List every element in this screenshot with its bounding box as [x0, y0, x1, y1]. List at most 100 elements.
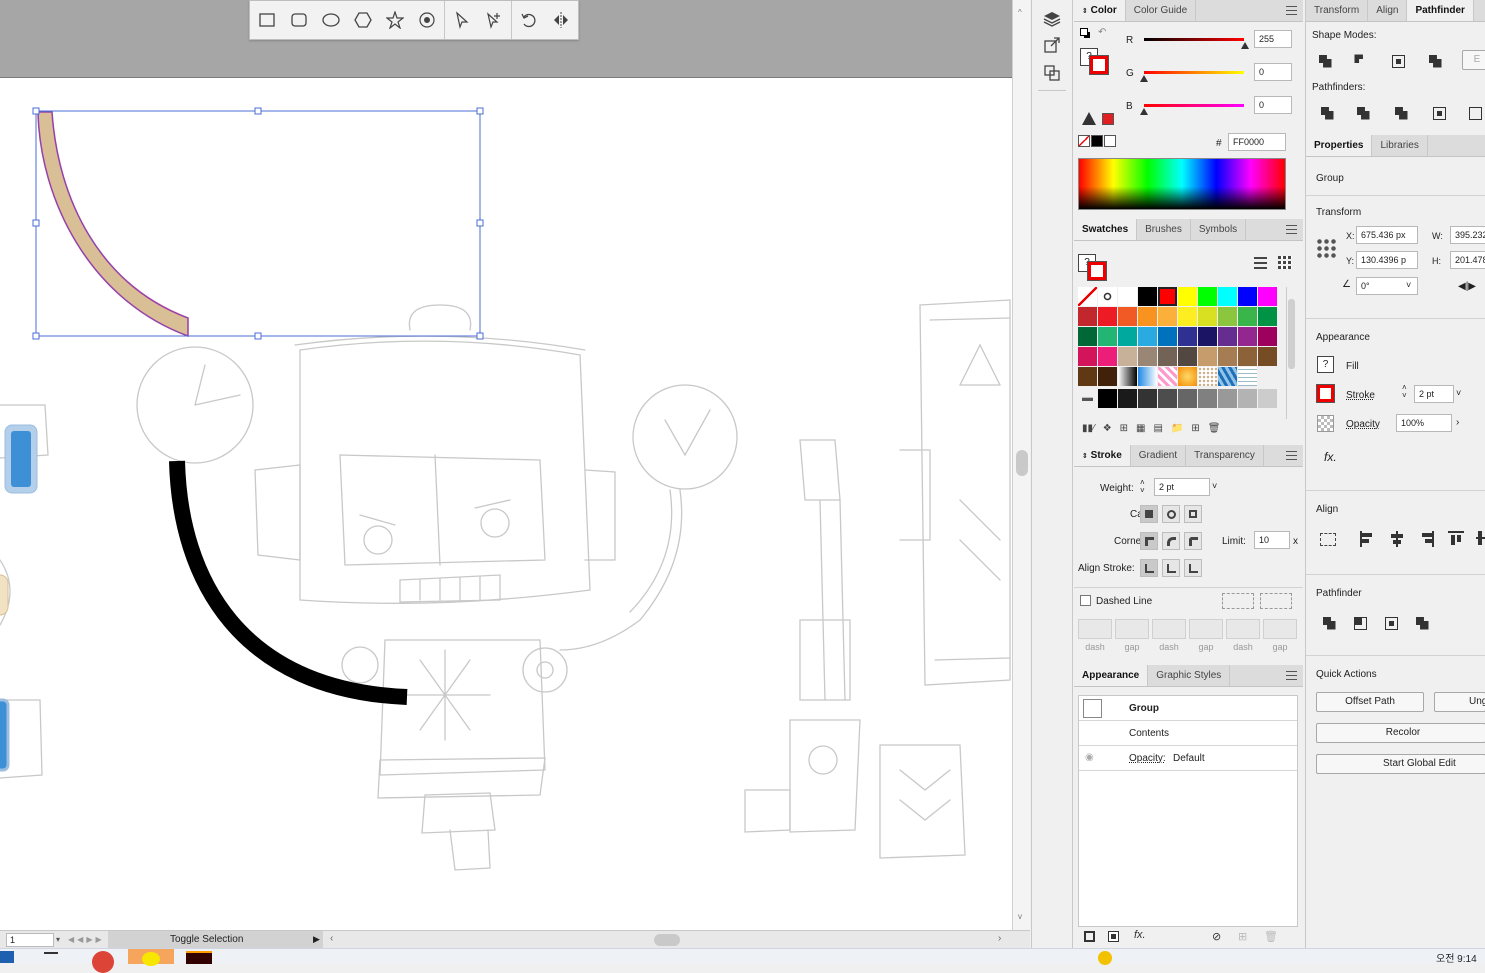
place-swatch-icon[interactable]: ⊞ [1120, 423, 1128, 437]
swatch-item[interactable] [1198, 347, 1217, 366]
swatch-item[interactable] [1238, 287, 1257, 306]
appearance-opacity-label[interactable]: Opacity: [1129, 753, 1166, 764]
align-top-icon[interactable] [1448, 531, 1464, 545]
swatch-item[interactable] [1098, 307, 1117, 326]
expand-button[interactable]: E [1462, 50, 1485, 70]
rounded-rectangle-icon[interactable] [288, 9, 310, 31]
swatch-item[interactable] [1178, 389, 1197, 408]
swatch-item[interactable] [1138, 307, 1157, 326]
panel-menu-icon[interactable] [1286, 225, 1297, 234]
tab-graphic-styles[interactable]: Graphic Styles [1148, 665, 1231, 686]
swatch-item[interactable] [1118, 287, 1137, 306]
add-effect-icon[interactable]: fx. [1134, 929, 1146, 941]
tab-libraries[interactable]: Libraries [1372, 135, 1428, 156]
swatch-item[interactable] [1238, 389, 1257, 408]
star-icon[interactable] [384, 9, 406, 31]
g-slider-knob[interactable] [1140, 75, 1148, 82]
align-vcenter-icon[interactable] [1476, 531, 1485, 545]
swatch-item[interactable] [1178, 367, 1197, 386]
swatch-item[interactable] [1118, 367, 1137, 386]
intersect-icon[interactable] [1389, 52, 1407, 70]
swatch-libraries-icon[interactable]: ▮▮⁄ [1082, 423, 1095, 437]
swatch-item[interactable] [1158, 327, 1177, 346]
miter-join-icon[interactable] [1140, 532, 1158, 550]
swatch-item[interactable] [1158, 367, 1177, 386]
direct-selection-icon[interactable] [483, 9, 505, 31]
height-field[interactable]: 201.478 [1450, 251, 1485, 269]
swatch-item[interactable] [1158, 307, 1177, 326]
swatch-item[interactable] [1098, 287, 1117, 306]
limit-field[interactable]: 10 [1254, 531, 1290, 549]
color-group-icon[interactable]: ▤ [1154, 423, 1163, 437]
none-color-icon[interactable] [1078, 135, 1090, 147]
swatch-item[interactable] [1198, 307, 1217, 326]
swatch-item[interactable] [1198, 287, 1217, 306]
swatch-item[interactable] [1098, 327, 1117, 346]
pf-exclude-icon[interactable] [1413, 614, 1431, 632]
y-position-field[interactable]: 130.4396 p [1356, 251, 1418, 269]
swatch-scroll-thumb[interactable] [1288, 299, 1295, 369]
add-stroke-icon[interactable] [1084, 931, 1095, 942]
swatch-item[interactable] [1178, 287, 1197, 306]
taskbar-app-1-icon[interactable] [44, 952, 58, 962]
stroke-label[interactable]: Stroke [1346, 390, 1375, 401]
dash-preserve-icon[interactable] [1222, 593, 1254, 609]
tab-color-guide[interactable]: Color Guide [1126, 0, 1197, 21]
layers-icon[interactable] [1041, 8, 1063, 30]
artboard-dropdown-icon[interactable]: ▾ [56, 935, 60, 944]
swatch-item[interactable] [1118, 307, 1137, 326]
swatch-item[interactable] [1178, 327, 1197, 346]
rotate-icon[interactable] [518, 9, 540, 31]
swatch-item[interactable] [1258, 287, 1277, 306]
minus-front-icon[interactable] [1352, 52, 1370, 70]
align-outside-icon[interactable] [1184, 559, 1202, 577]
r-slider-track[interactable] [1144, 38, 1244, 41]
artboard-nav-icons[interactable]: ◀◀▶▶ [68, 935, 105, 944]
status-menu-arrow-icon[interactable]: ▶ [313, 934, 320, 945]
stroke-proxy-red[interactable] [1089, 55, 1109, 75]
panel-menu-icon[interactable] [1286, 671, 1297, 680]
dash-field[interactable] [1226, 619, 1260, 639]
clear-appearance-icon[interactable]: ⊘ [1212, 930, 1221, 943]
reflect-icon[interactable] [550, 9, 572, 31]
swatch-item[interactable] [1078, 347, 1097, 366]
r-slider-knob[interactable] [1241, 42, 1249, 49]
reference-point-icon[interactable] [1316, 238, 1336, 258]
swatch-item[interactable] [1078, 327, 1097, 346]
color-spectrum[interactable] [1078, 158, 1286, 210]
start-global-edit-button[interactable]: Start Global Edit [1316, 754, 1485, 774]
duplicate-item-icon[interactable]: ⊞ [1238, 930, 1247, 943]
opacity-field[interactable]: 100% [1396, 414, 1452, 432]
dash-field[interactable] [1078, 619, 1112, 639]
swatch-item[interactable] [1158, 287, 1177, 306]
align-hcenter-icon[interactable] [1390, 531, 1404, 547]
tab-pathfinder[interactable]: Pathfinder [1407, 0, 1474, 21]
swatch-scrollbar[interactable] [1286, 287, 1296, 419]
x-position-field[interactable]: 675.436 px [1356, 226, 1418, 244]
black-color-icon[interactable] [1091, 135, 1103, 147]
artboards-icon[interactable] [1041, 62, 1063, 84]
grid-view-icon[interactable] [1278, 256, 1292, 270]
swatch-options-icon[interactable]: ▦ [1136, 423, 1145, 437]
swatch-item[interactable] [1218, 389, 1237, 408]
swatch-item[interactable] [1098, 389, 1117, 408]
bevel-join-icon[interactable] [1184, 532, 1202, 550]
b-value-field[interactable]: 0 [1254, 96, 1292, 114]
stroke-swatch-red[interactable] [1316, 384, 1335, 403]
taskbar-chrome-icon[interactable] [92, 951, 114, 973]
swap-colors-icon[interactable]: ↶ [1098, 27, 1106, 38]
polygon-icon[interactable] [352, 9, 374, 31]
visibility-eye-icon[interactable]: ◉ [1085, 752, 1094, 763]
tab-gradient[interactable]: Gradient [1131, 445, 1187, 466]
swatch-item[interactable] [1138, 367, 1157, 386]
trim-icon[interactable] [1354, 104, 1372, 122]
artboard-canvas[interactable] [0, 0, 1012, 930]
r-value-field[interactable]: 255 [1254, 30, 1292, 48]
selection-icon[interactable] [451, 9, 473, 31]
round-join-icon[interactable] [1162, 532, 1180, 550]
swatch-kind-icon[interactable]: ❖ [1103, 423, 1112, 437]
horizontal-scroll-thumb[interactable] [654, 934, 680, 946]
export-icon[interactable] [1041, 34, 1063, 56]
new-swatch-icon[interactable]: ⊞ [1191, 423, 1199, 437]
delete-item-icon[interactable]: 🗑 [1264, 930, 1278, 943]
